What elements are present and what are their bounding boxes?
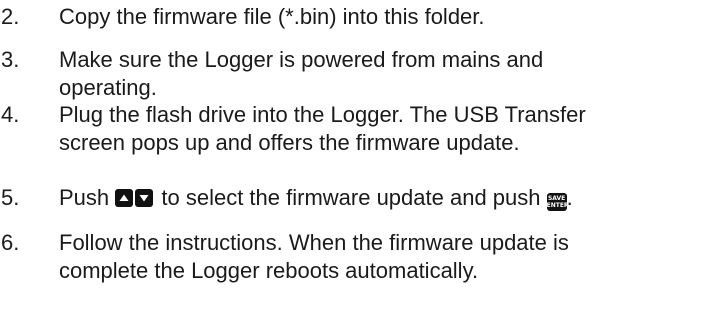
step-text: Copy the firmware file (*.bin) into this… <box>59 3 703 31</box>
step-number: 5. <box>1 185 20 210</box>
step-text-line: Plug the flash drive into the Logger. Th… <box>59 102 586 127</box>
enter-key-bottom-label: ENTER <box>546 202 569 209</box>
step-text-line: Copy the firmware file (*.bin) into this… <box>59 4 485 29</box>
step-number: 3. <box>1 47 20 72</box>
step-text-line: Push to select the firmware update and p… <box>59 184 703 212</box>
down-arrow-key-icon <box>135 189 154 207</box>
step-text-middle: to select the firmware update and push <box>155 185 547 210</box>
step-number: 4. <box>1 102 20 127</box>
step-text-line: operating. <box>59 75 157 100</box>
step-text-before: Push <box>59 185 116 210</box>
step-text: Plug the flash drive into the Logger. Th… <box>59 101 703 157</box>
step-number: 2. <box>1 4 20 29</box>
save-enter-key-icon: SAVE ENTER <box>546 193 569 211</box>
enter-key-top-label: SAVE <box>547 195 566 202</box>
step-text-line: Make sure the Logger is powered from mai… <box>59 47 544 72</box>
step-text: Make sure the Logger is powered from mai… <box>59 46 703 102</box>
step-text-line: Follow the instructions. When the firmwa… <box>59 230 569 255</box>
up-arrow-key-icon <box>115 189 134 207</box>
step-text: Follow the instructions. When the firmwa… <box>59 229 703 285</box>
step-text-line: screen pops up and offers the firmware u… <box>59 130 520 155</box>
step-text: Push to select the firmware update and p… <box>59 184 703 212</box>
step-number: 6. <box>1 230 20 255</box>
step-text-line: complete the Logger reboots automaticall… <box>59 258 479 283</box>
